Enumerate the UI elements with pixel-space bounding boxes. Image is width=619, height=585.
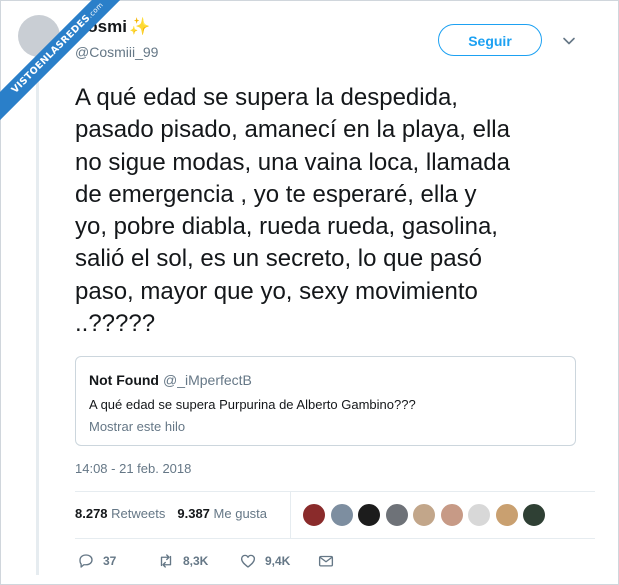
envelope-icon [318,555,334,567]
show-thread-link[interactable]: Mostrar este hilo [89,419,185,434]
quoted-author[interactable]: Not Found @_iMperfectB [89,372,252,388]
chevron-down-icon[interactable] [562,34,576,48]
retweet-icon [160,554,172,568]
likes-count: 9.387 [177,506,210,521]
liker-avatar[interactable] [412,503,436,527]
watermark-text: VISTOENLASREDES [9,12,93,96]
reply-button[interactable]: 37 [77,552,116,570]
timestamp[interactable]: 14:08 - 21 feb. 2018 [75,461,191,476]
like-button[interactable]: 9,4K [239,552,290,570]
like-count: 9,4K [265,554,291,568]
liker-avatar[interactable] [329,503,354,527]
quoted-tweet[interactable]: Not Found @_iMperfectB A qué edad se supe… [75,356,576,446]
liker-avatar[interactable] [467,503,491,527]
liker-avatar[interactable] [494,503,519,527]
retweets-stat[interactable]: 8.278 Retweets [75,506,165,521]
quoted-text: A qué edad se supera Purpurina de Albert… [89,397,416,412]
retweets-count: 8.278 [75,506,108,521]
liker-avatar[interactable] [357,503,381,527]
liker-avatar[interactable] [384,503,409,527]
watermark-ribbon: VISTOENLASREDES.com [0,0,150,150]
follow-button[interactable]: Seguir [438,24,542,56]
likes-label: Me gusta [213,506,268,521]
stats-separator [290,492,291,538]
retweet-button[interactable]: 8,3K [157,552,208,570]
reply-icon [79,554,93,568]
watermark-suffix: .com [86,1,105,20]
liker-avatar[interactable] [522,503,546,527]
reply-count: 37 [103,554,117,568]
retweet-count: 8,3K [183,554,209,568]
divider [75,491,595,492]
liker-avatar[interactable] [439,503,464,527]
engagement-stats: 8.278 Retweets 9.387 Me gusta [75,506,267,521]
heart-icon [240,554,256,568]
divider [75,538,595,539]
quoted-handle[interactable]: @_iMperfectB [163,372,252,388]
quoted-name[interactable]: Not Found [89,372,159,388]
liker-avatar[interactable] [302,503,326,527]
likes-stat[interactable]: 9.387 Me gusta [177,506,267,521]
tweet-text: A qué edad se supera la despedida, pasad… [75,84,510,338]
direct-message-button[interactable] [317,552,343,570]
retweets-label: Retweets [111,506,166,521]
